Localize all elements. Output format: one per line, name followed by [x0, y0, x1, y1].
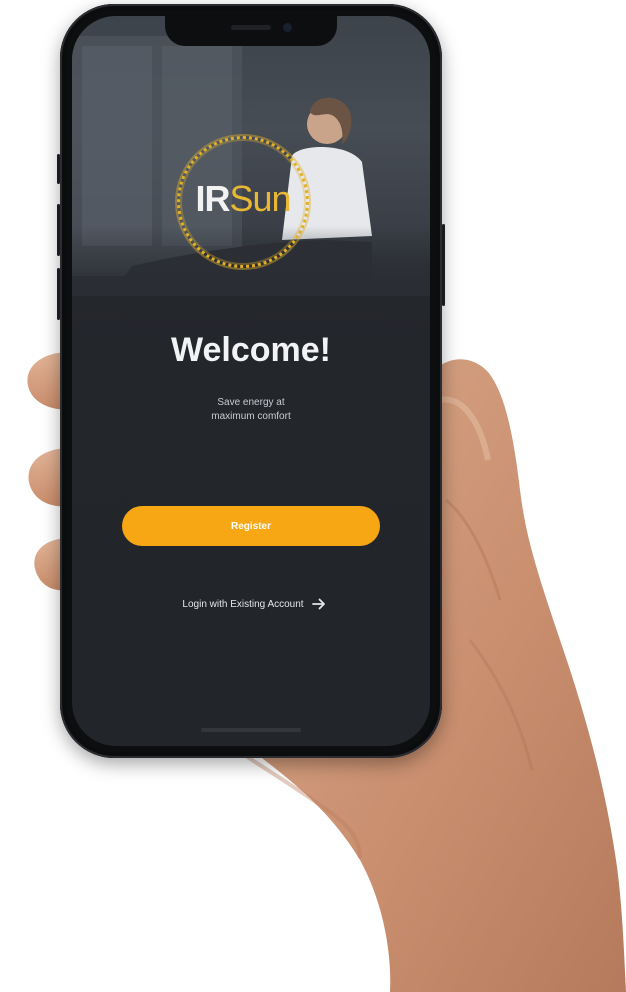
app-logo: IRSun: [177, 178, 309, 220]
welcome-title: Welcome!: [171, 331, 331, 369]
front-camera: [283, 23, 292, 32]
mute-switch: [57, 154, 60, 184]
logo-suffix: Sun: [229, 178, 291, 219]
subtitle-line-1: Save energy at: [217, 397, 285, 408]
arrow-right-icon: [311, 598, 325, 610]
login-link-label: Login with Existing Account: [182, 598, 304, 610]
notch: [165, 16, 337, 46]
phone-device: IRSun Welcome! Save energy at maximum co…: [57, 4, 445, 758]
volume-up-button: [57, 204, 60, 256]
power-button: [442, 224, 445, 306]
home-indicator: [201, 728, 301, 732]
login-existing-account-link[interactable]: Login with Existing Account: [154, 594, 354, 614]
volume-down-button: [57, 268, 60, 320]
app-screen: IRSun Welcome! Save energy at maximum co…: [72, 16, 430, 746]
logo-prefix: IR: [195, 178, 230, 219]
speaker-grille: [231, 25, 271, 30]
register-button[interactable]: Register: [122, 506, 380, 546]
welcome-subtitle: Save energy at maximum comfort: [172, 396, 330, 424]
subtitle-line-2: maximum comfort: [211, 411, 291, 422]
